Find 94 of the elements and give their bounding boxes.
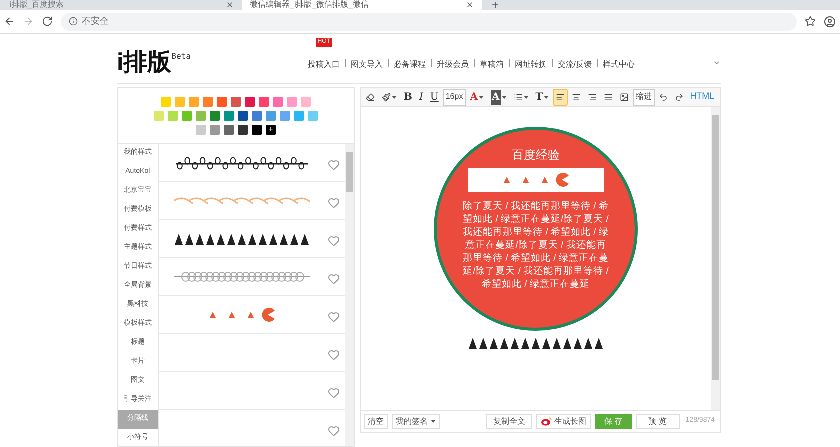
color-swatch[interactable]	[238, 124, 248, 134]
dropdown-icon[interactable]	[713, 59, 721, 67]
favorite-icon[interactable]	[328, 159, 340, 171]
nav-link[interactable]: 必备课程	[394, 60, 426, 69]
undo-icon	[659, 92, 668, 102]
forward-icon[interactable]	[23, 16, 34, 27]
toolbar-button[interactable]: 16px	[442, 88, 466, 106]
align-center-icon	[572, 92, 582, 102]
color-swatch[interactable]	[175, 96, 185, 106]
scrollbar[interactable]	[345, 144, 354, 446]
clear-button[interactable]: 清空	[364, 414, 388, 429]
card-text: 除了夏天 / 我还能再那里等待 / 希望如此 / 绿意正在蔓延/除了夏天 / 我还能再那里等待 / 希望如此 / 绿意正在蔓延/除了夏天 / 我还能再那里等待 / 希望如此 / 绿意正在蔓延/除了夏天 / 我还能再那里等待 / 希望如此 / 绿意正在蔓延	[462, 200, 610, 291]
color-swatch[interactable]	[217, 96, 227, 106]
reload-icon[interactable]	[42, 16, 53, 27]
back-icon[interactable]	[4, 16, 15, 27]
color-swatch[interactable]	[196, 124, 206, 134]
browser-tab[interactable]: 微信编辑器_i排版_微信排版_微信	[242, 0, 482, 10]
toolbar-button[interactable]: I	[416, 88, 426, 106]
caret-icon	[431, 420, 436, 423]
copy-button[interactable]: 复制全文	[486, 414, 532, 429]
account-icon[interactable]	[824, 16, 836, 28]
favorite-icon[interactable]	[328, 197, 340, 209]
color-swatch[interactable]	[224, 110, 234, 120]
color-swatch[interactable]	[154, 110, 164, 120]
star-icon[interactable]	[805, 16, 816, 27]
nav-link[interactable]: 样式中心	[603, 60, 635, 69]
address-bar[interactable]: 不安全	[61, 12, 797, 30]
toolbar-button[interactable]: A	[488, 88, 510, 106]
color-swatch[interactable]	[224, 124, 234, 134]
color-swatch[interactable]	[252, 124, 262, 134]
toolbar-button[interactable]	[553, 88, 568, 106]
color-swatch[interactable]	[238, 110, 248, 120]
html-button[interactable]: HTML	[688, 90, 717, 104]
align-justify-icon	[604, 92, 614, 102]
color-swatch[interactable]	[294, 110, 304, 120]
nav-link[interactable]: 升级会员	[436, 60, 469, 69]
color-swatch[interactable]	[252, 110, 262, 120]
color-swatch[interactable]	[273, 96, 283, 106]
more-colors-button[interactable]: +	[266, 124, 276, 134]
close-icon[interactable]	[466, 1, 474, 9]
nav-link[interactable]: 投稿入口	[308, 60, 340, 69]
pizza-divider-drawing	[502, 172, 570, 188]
redo-icon	[675, 92, 684, 102]
list-icon	[514, 92, 523, 102]
favorite-icon[interactable]	[328, 311, 340, 323]
close-icon[interactable]	[226, 1, 234, 9]
color-swatch[interactable]	[308, 110, 318, 120]
info-icon	[69, 17, 78, 26]
nav-link[interactable]: 图文导入	[350, 60, 383, 69]
color-swatch[interactable]	[203, 96, 213, 106]
site-logo[interactable]: i排版	[117, 51, 172, 75]
nav-link[interactable]: 网址转换	[514, 60, 547, 69]
toolbar-button[interactable]: T	[532, 88, 552, 106]
toolbar-button[interactable]: 缩进	[633, 88, 656, 106]
color-swatch[interactable]	[210, 110, 220, 120]
nav-link[interactable]: 交流/反馈	[558, 60, 592, 69]
color-swatch[interactable]	[231, 96, 241, 106]
align-left-icon	[556, 92, 566, 102]
image-icon	[620, 92, 630, 102]
color-swatch[interactable]	[168, 110, 178, 120]
color-swatch[interactable]	[210, 124, 220, 134]
favorite-icon[interactable]	[328, 235, 340, 247]
color-swatch[interactable]	[182, 110, 192, 120]
color-swatch[interactable]	[280, 110, 290, 120]
favorite-icon[interactable]	[328, 273, 340, 285]
signature-dropdown[interactable]: 我的签名	[392, 414, 440, 429]
new-tab-button[interactable]: +	[482, 0, 510, 10]
color-swatch[interactable]	[196, 110, 206, 120]
beta-label: Beta	[172, 51, 191, 63]
favorite-icon[interactable]	[328, 349, 340, 361]
color-swatch[interactable]	[266, 110, 276, 120]
color-swatch[interactable]	[259, 96, 269, 106]
color-swatch[interactable]	[301, 96, 311, 106]
weibo-icon	[541, 417, 552, 426]
preview-button[interactable]: 预 览	[636, 414, 680, 429]
toolbar-button[interactable]: U	[427, 88, 442, 106]
toolbar-button[interactable]: A	[467, 88, 487, 106]
brush-icon	[382, 92, 391, 102]
nav-link[interactable]: 草稿箱	[480, 60, 504, 69]
favorite-icon[interactable]	[328, 387, 340, 399]
pizza-divider-drawing	[208, 306, 276, 322]
browser-tab[interactable]: i排版_百度搜索	[2, 0, 242, 10]
align-right-icon	[588, 92, 598, 102]
color-swatch[interactable]	[245, 96, 255, 106]
color-swatch[interactable]	[287, 96, 297, 106]
eraser-icon	[366, 92, 375, 102]
scrollbar[interactable]	[711, 107, 720, 410]
long-image-button[interactable]: 生成长图	[536, 414, 592, 429]
security-label: 不安全	[82, 14, 109, 28]
toolbar-button[interactable]: B	[401, 88, 416, 106]
color-swatch[interactable]	[189, 96, 199, 106]
card-title: 百度经验	[512, 147, 560, 164]
favorite-icon[interactable]	[328, 425, 340, 437]
color-swatch[interactable]	[161, 96, 171, 106]
